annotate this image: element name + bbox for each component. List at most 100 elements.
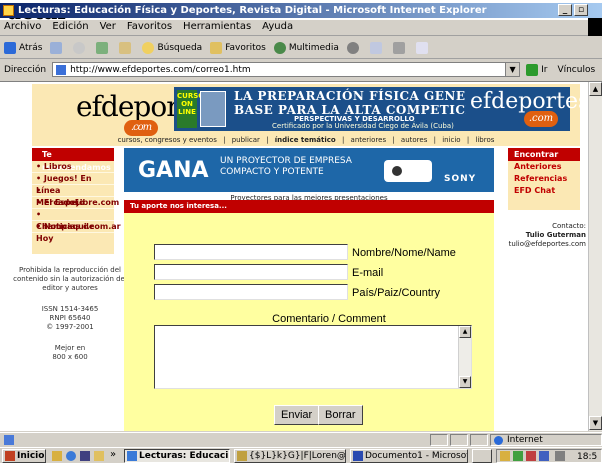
stop-button[interactable] [73,41,88,54]
media-icon[interactable] [80,451,90,461]
menu-bar: Archivo Edición Ver Favoritos Herramient… [0,18,602,36]
minimize-button[interactable]: _ [558,4,572,16]
comment-scrollbar[interactable]: ▲ ▼ [458,326,471,388]
nav-separator: | [266,136,269,144]
nav-anteriores[interactable]: anteriores [351,136,387,144]
comment-scroll-up-icon[interactable]: ▲ [459,326,471,338]
country-field[interactable] [154,284,348,300]
tray-icon[interactable] [539,451,549,461]
go-button[interactable]: Ir [526,63,547,76]
mail-button[interactable] [369,41,385,54]
name-label: Nombre/Nome/Name [352,247,456,259]
nav-separator: | [223,136,226,144]
windows-logo-icon [5,451,15,461]
folder-icon[interactable] [94,451,104,461]
window-controls: _ ▫ [558,4,588,16]
menu-herramientas[interactable]: Herramientas [183,21,251,32]
mail-task-icon [237,451,247,461]
clock[interactable]: 18:5 [577,451,597,463]
name-field[interactable] [154,244,348,260]
ie-task-icon [127,451,137,461]
forward-button[interactable] [50,41,65,54]
scroll-down-icon[interactable]: ▼ [589,416,602,430]
start-button[interactable]: Inicio [2,449,46,463]
nav-cursos[interactable]: cursos, congresos y eventos [118,136,217,144]
address-url: http://www.efdeportes.com/correo1.htm [70,64,251,75]
recommend-link-champaqui[interactable]: • Champaqui.com.ar [32,209,121,231]
task-ie[interactable]: Lecturas: Educaci... [124,449,230,463]
globe-icon [494,436,503,445]
logo2-com-text: .com [524,111,558,127]
volume-icon[interactable] [555,451,565,461]
nav-inicio[interactable]: inicio [442,136,460,144]
task-mail[interactable]: {$}L}k}G}|F|Loren@|F|... [234,449,346,463]
links-button[interactable]: Vínculos [557,65,595,75]
recommend-link-juegos[interactable]: • Juegos! En Línea [32,173,114,195]
tray-icon[interactable] [500,451,510,461]
status-pane [430,434,448,446]
section-heading-bar: Tu aporte nos interesa... [124,200,494,213]
menu-edicion[interactable]: Edición [52,21,88,32]
course-banner[interactable]: CURSO ON LINE LA PREPARACIÓN FÍSICA GENE… [174,87,589,131]
multimedia-button[interactable]: Multimedia [273,41,339,54]
tray-icon[interactable] [526,451,536,461]
address-label: Dirección [4,64,47,75]
task-word[interactable]: Documento1 - Microsoft... [350,449,468,463]
print-button[interactable] [392,41,408,54]
recommend-heading: Te recomendamos [32,148,114,172]
athlete-image [200,91,226,127]
contact-email[interactable]: tulio@efdeportes.com [500,240,586,249]
find-link-efd-chat[interactable]: EFD Chat [508,185,580,197]
find-link-referencias[interactable]: Referencias [508,173,580,185]
logo-com-text: .com [124,120,158,136]
maximize-button[interactable]: ▫ [574,4,588,16]
nav-indice[interactable]: índice temático [275,136,336,144]
back-button[interactable]: Atrás [4,41,42,54]
back-arrow-icon [4,41,16,54]
projector-ad-banner[interactable]: GANA UN PROYECTOR DE EMPRESA COMPACTO Y … [124,148,494,192]
quicklaunch-more[interactable]: » [110,449,116,460]
home-icon [119,41,132,54]
page-scrollbar[interactable]: ▲ ▼ [588,82,602,431]
favorites-label: Favoritos [225,42,266,53]
projector-image [384,160,432,182]
refresh-button[interactable] [96,41,111,54]
window-titlebar: Lecturas: Educación Física y Deportes, R… [0,3,602,18]
menu-favoritos[interactable]: Favoritos [127,21,172,32]
email-field[interactable] [154,264,348,280]
address-input[interactable]: http://www.efdeportes.com/correo1.htm ▼ [52,62,521,77]
ie-icon[interactable] [66,451,76,461]
contact-form: Nombre/Nome/Name E-mail País/Paiz/Countr… [124,213,494,431]
scroll-up-icon[interactable]: ▲ [589,82,602,96]
home-button[interactable] [119,41,134,54]
task-extra[interactable] [472,449,492,463]
favorites-button[interactable]: Favoritos [210,41,266,54]
reset-button[interactable]: Borrar [318,405,363,425]
window-title: Lecturas: Educación Física y Deportes, R… [18,5,487,16]
edit-button[interactable] [415,41,431,54]
contact-name: Tulio Guterman [525,231,586,239]
history-icon [346,41,359,54]
start-label: Inicio [17,451,45,461]
address-dropdown[interactable]: ▼ [505,63,520,76]
history-button[interactable] [346,41,362,54]
nav-autores[interactable]: autores [401,136,427,144]
desktop-icon[interactable] [52,451,62,461]
submit-button[interactable]: Enviar [274,405,320,425]
search-button[interactable]: Búsqueda [142,41,202,54]
menu-ayuda[interactable]: Ayuda [262,21,293,32]
refresh-icon [96,41,109,54]
menu-ver[interactable]: Ver [100,21,116,32]
nav-libros[interactable]: libros [475,136,494,144]
copyright: © 1997-2001 [46,323,94,331]
menu-archivo[interactable]: Archivo [4,21,41,32]
taskbar: Inicio » Lecturas: Educaci... {$}L}k}G}|… [0,447,602,463]
find-link-anteriores[interactable]: Anteriores [508,161,580,173]
site-info: Prohibida la reproducción del contenido … [8,266,132,362]
comment-textarea[interactable]: ▲ ▼ [154,325,472,389]
task-ie-label: Lecturas: Educaci... [139,451,230,461]
comment-scroll-down-icon[interactable]: ▼ [459,376,471,388]
nav-publicar[interactable]: publicar [232,136,260,144]
ad-brand: SONY [444,174,477,184]
tray-icon[interactable] [513,451,523,461]
